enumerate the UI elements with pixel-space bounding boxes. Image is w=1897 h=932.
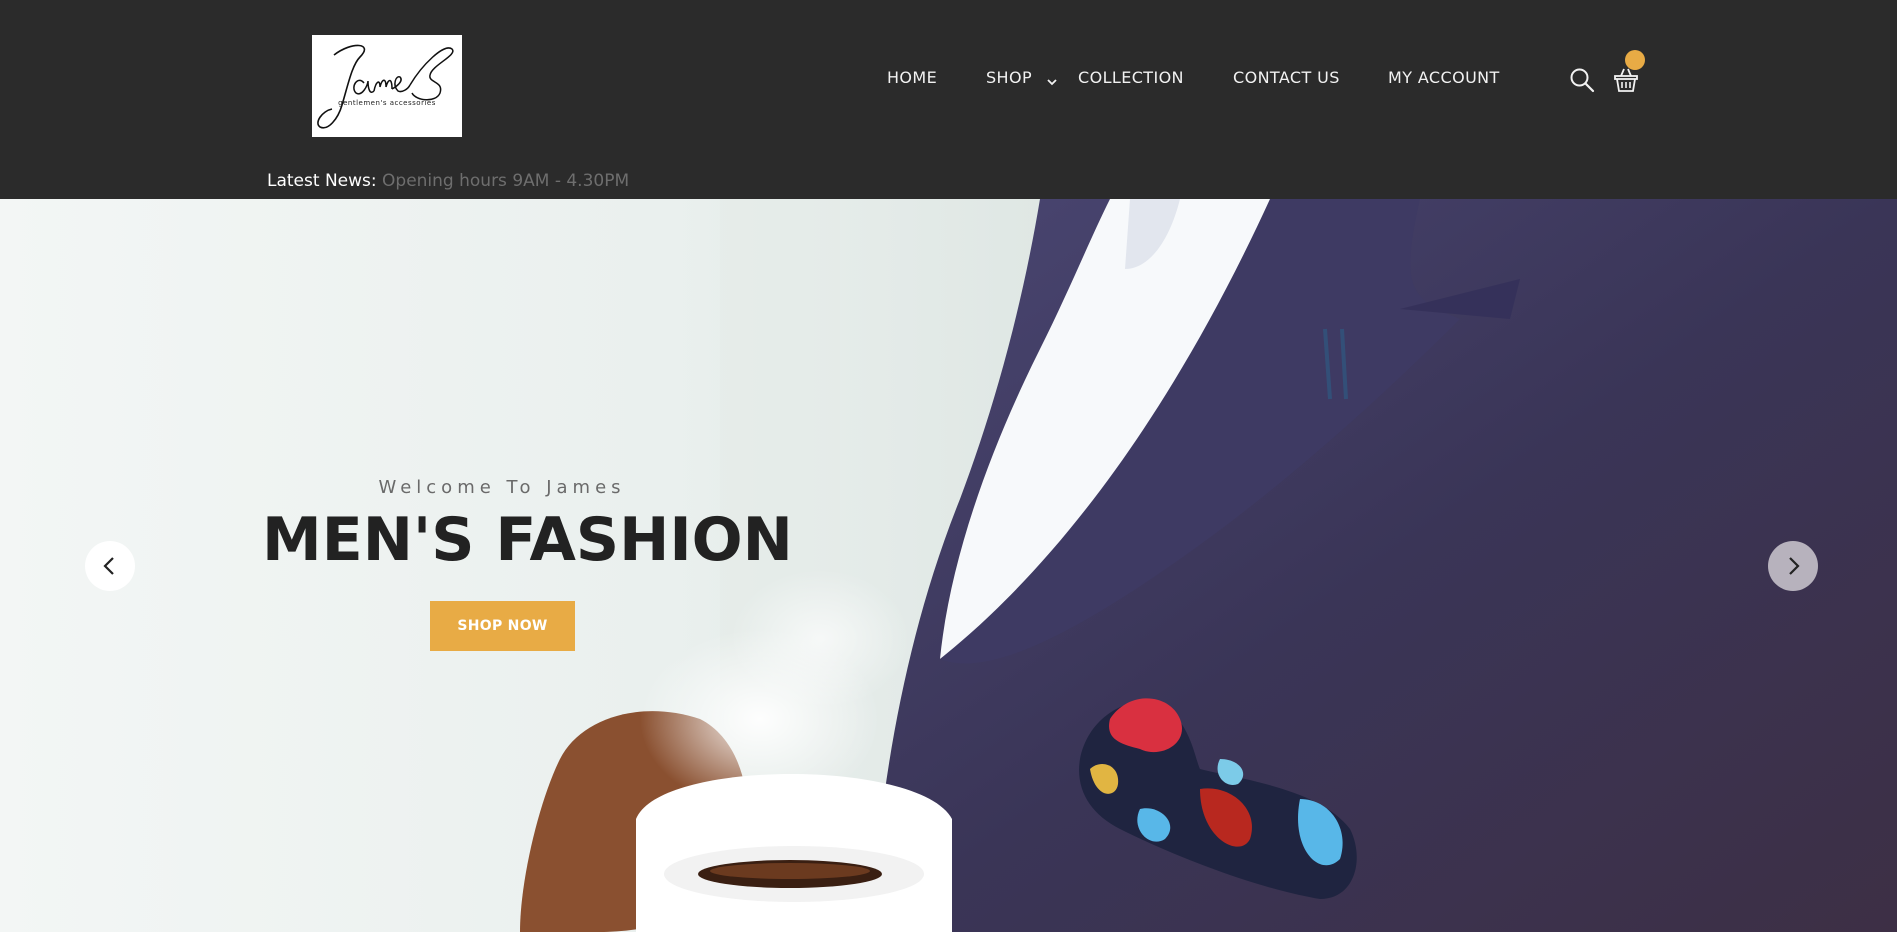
chevron-right-icon (1789, 557, 1800, 575)
cart-count-badge (1625, 50, 1645, 70)
nav-my-account[interactable]: MY ACCOUNT (1388, 68, 1500, 87)
site-header: gentlemen's accessories HOME SHOP COLLEC… (0, 0, 1897, 199)
brand-logo[interactable]: gentlemen's accessories (312, 35, 462, 137)
chevron-down-icon[interactable] (1046, 76, 1058, 88)
latest-news-label: Latest News: (267, 171, 377, 191)
chevron-left-icon (103, 557, 114, 575)
nav-contact-us[interactable]: CONTACT US (1233, 68, 1340, 87)
shop-now-button[interactable]: SHOP NOW (430, 601, 575, 651)
slider-next-button[interactable] (1768, 541, 1818, 591)
latest-news-bar: Latest News: Opening hours 9AM - 4.30PM (267, 171, 629, 191)
hero-headline: MEN'S FASHION (262, 505, 793, 575)
james-script-logo (317, 44, 454, 129)
hero-welcome-text: Welcome To James (378, 477, 626, 498)
latest-news-text: Opening hours 9AM - 4.30PM (382, 171, 630, 191)
basket-icon[interactable] (1613, 66, 1639, 94)
nav-home[interactable]: HOME (887, 68, 937, 87)
nav-shop[interactable]: SHOP (986, 68, 1032, 87)
search-icon[interactable] (1569, 67, 1595, 93)
slider-prev-button[interactable] (85, 541, 135, 591)
hero-slider: Welcome To James MEN'S FASHION SHOP NOW (0, 199, 1897, 932)
nav-collection[interactable]: COLLECTION (1078, 68, 1184, 87)
brand-tagline: gentlemen's accessories (338, 99, 436, 107)
